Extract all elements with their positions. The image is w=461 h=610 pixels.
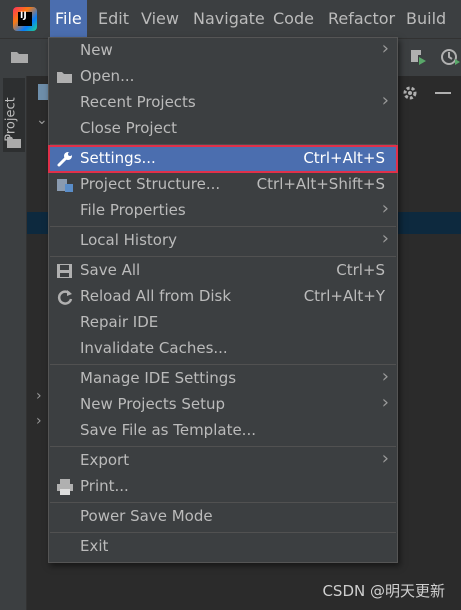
minimize-icon[interactable] xyxy=(435,92,451,94)
printer-icon xyxy=(57,479,73,495)
menu-item-reload-all-from-disk[interactable]: Reload All from Disk Ctrl+Alt+Y xyxy=(49,284,397,310)
submenu-arrow-icon: › xyxy=(381,448,389,469)
menu-view[interactable]: View xyxy=(141,9,179,29)
shortcut-label: Ctrl+S xyxy=(336,261,385,279)
project-structure-icon xyxy=(57,179,73,192)
reload-icon xyxy=(57,290,73,305)
menu-item-local-history[interactable]: Local History › xyxy=(49,228,397,254)
menu-item-exit[interactable]: Exit xyxy=(49,534,397,560)
open-folder-icon[interactable] xyxy=(10,49,30,65)
save-icon xyxy=(57,264,72,278)
submenu-arrow-icon: › xyxy=(381,198,389,219)
intellij-logo-icon[interactable]: IJ xyxy=(13,7,37,31)
collapse-chevron-icon[interactable]: ⌄ xyxy=(36,112,48,128)
project-tool-tab[interactable]: Project xyxy=(3,78,25,152)
menu-navigate[interactable]: Navigate xyxy=(193,9,265,29)
gear-icon[interactable] xyxy=(401,84,419,102)
menu-separator xyxy=(50,532,396,533)
expand-chevron-icon[interactable]: › xyxy=(36,388,42,404)
menu-separator xyxy=(50,446,396,447)
file-menu-dropdown: New › Open... Recent Projects › Close Pr… xyxy=(48,37,398,563)
menu-item-save-all[interactable]: Save All Ctrl+S xyxy=(49,258,397,284)
menu-item-open[interactable]: Open... xyxy=(49,64,397,90)
submenu-arrow-icon: › xyxy=(381,392,389,413)
menu-separator xyxy=(50,502,396,503)
menu-code[interactable]: Code xyxy=(273,9,314,29)
profiler-icon[interactable] xyxy=(440,47,460,67)
menu-item-print[interactable]: Print... xyxy=(49,474,397,500)
menu-item-invalidate-caches[interactable]: Invalidate Caches... xyxy=(49,336,397,362)
menu-item-repair-ide[interactable]: Repair IDE xyxy=(49,310,397,336)
menu-item-project-structure[interactable]: Project Structure... Ctrl+Alt+Shift+S xyxy=(49,172,397,198)
menu-item-export[interactable]: Export › xyxy=(49,448,397,474)
menu-file[interactable]: File xyxy=(50,0,87,38)
menu-item-close-project[interactable]: Close Project xyxy=(49,116,397,142)
menu-item-settings[interactable]: Settings... Ctrl+Alt+S xyxy=(48,145,398,173)
expand-chevron-icon[interactable]: › xyxy=(36,413,42,429)
menu-refactor[interactable]: Refactor xyxy=(328,9,395,29)
menu-separator xyxy=(50,364,396,365)
wrench-icon xyxy=(57,152,72,167)
menu-bar: IJ File Edit View Navigate Code Refactor… xyxy=(0,0,461,38)
submenu-arrow-icon: › xyxy=(381,366,389,387)
menu-item-manage-ide-settings[interactable]: Manage IDE Settings › xyxy=(49,366,397,392)
menu-separator xyxy=(50,226,396,227)
build-run-icon[interactable] xyxy=(408,47,428,67)
menu-item-recent-projects[interactable]: Recent Projects › xyxy=(49,90,397,116)
submenu-arrow-icon: › xyxy=(381,38,389,59)
shortcut-label: Ctrl+Alt+Shift+S xyxy=(256,175,385,193)
shortcut-label: Ctrl+Alt+Y xyxy=(303,287,385,305)
menu-item-file-properties[interactable]: File Properties › xyxy=(49,198,397,224)
submenu-arrow-icon: › xyxy=(381,90,389,111)
menu-item-save-file-as-template[interactable]: Save File as Template... xyxy=(49,418,397,444)
menu-edit[interactable]: Edit xyxy=(98,9,129,29)
menu-build[interactable]: Build xyxy=(406,9,446,29)
folder-icon xyxy=(57,72,72,83)
menu-separator xyxy=(50,144,396,145)
submenu-arrow-icon: › xyxy=(381,228,389,249)
menu-item-new[interactable]: New › xyxy=(49,38,397,64)
folder-icon xyxy=(7,137,21,148)
watermark-text: CSDN @明天更新 xyxy=(322,582,445,600)
menu-separator xyxy=(50,256,396,257)
left-tool-strip xyxy=(0,76,27,610)
shortcut-label: Ctrl+Alt+S xyxy=(303,149,385,167)
menu-item-new-projects-setup[interactable]: New Projects Setup › xyxy=(49,392,397,418)
menu-item-power-save-mode[interactable]: Power Save Mode xyxy=(49,504,397,530)
